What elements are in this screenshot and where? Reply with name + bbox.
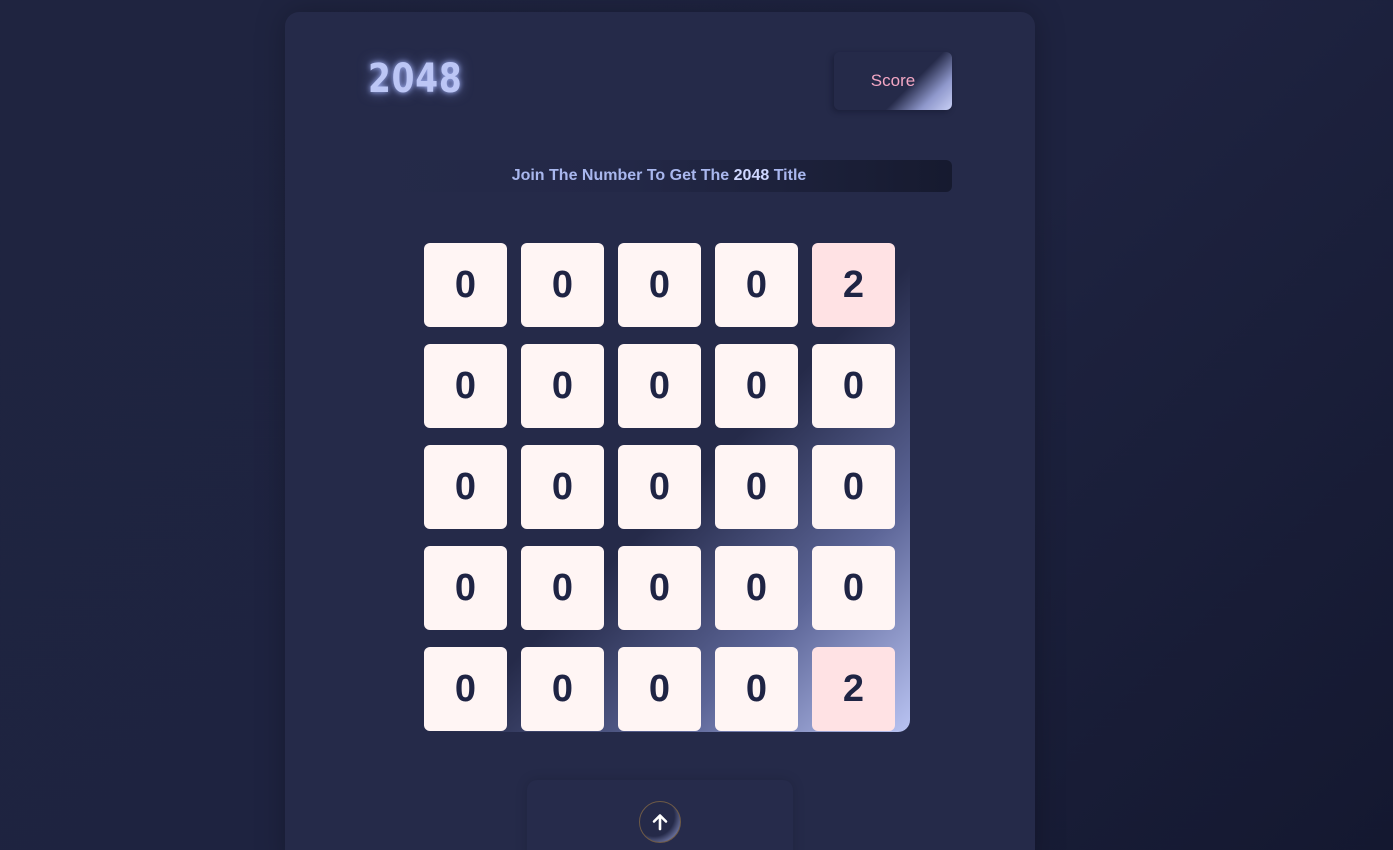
tile: 0 xyxy=(521,243,604,327)
move-up-button[interactable] xyxy=(639,801,681,843)
tile: 0 xyxy=(812,344,895,428)
tile: 0 xyxy=(424,546,507,630)
tile: 0 xyxy=(812,546,895,630)
tile: 0 xyxy=(618,344,701,428)
tile: 0 xyxy=(521,344,604,428)
tile: 2 xyxy=(812,647,895,731)
tile: 0 xyxy=(715,647,798,731)
tile: 0 xyxy=(618,445,701,529)
banner-prefix: Join The Number To Get The xyxy=(511,167,730,184)
tile: 2 xyxy=(812,243,895,327)
tile: 0 xyxy=(812,445,895,529)
tile: 0 xyxy=(424,344,507,428)
tile: 0 xyxy=(424,445,507,529)
tile: 0 xyxy=(424,243,507,327)
tile: 0 xyxy=(618,243,701,327)
tile: 0 xyxy=(521,546,604,630)
tile: 0 xyxy=(715,445,798,529)
tile: 0 xyxy=(618,546,701,630)
score-box: Score xyxy=(834,52,952,110)
arrow-up-icon xyxy=(652,814,668,831)
tile: 0 xyxy=(618,647,701,731)
banner-suffix: Title xyxy=(773,167,807,184)
banner-highlight: 2048 xyxy=(733,167,770,184)
tile: 0 xyxy=(715,344,798,428)
tile: 0 xyxy=(715,243,798,327)
tile: 0 xyxy=(424,647,507,731)
game-board: 0 0 0 0 2 0 0 0 0 0 0 0 0 0 0 0 0 0 0 0 … xyxy=(424,243,895,731)
tile: 0 xyxy=(521,445,604,529)
score-label: Score xyxy=(870,71,916,90)
tile: 0 xyxy=(521,647,604,731)
instructions-banner: Join The Number To Get The 2048 Title xyxy=(366,160,952,192)
game-logo: 2048 xyxy=(368,56,463,102)
tile: 0 xyxy=(715,546,798,630)
